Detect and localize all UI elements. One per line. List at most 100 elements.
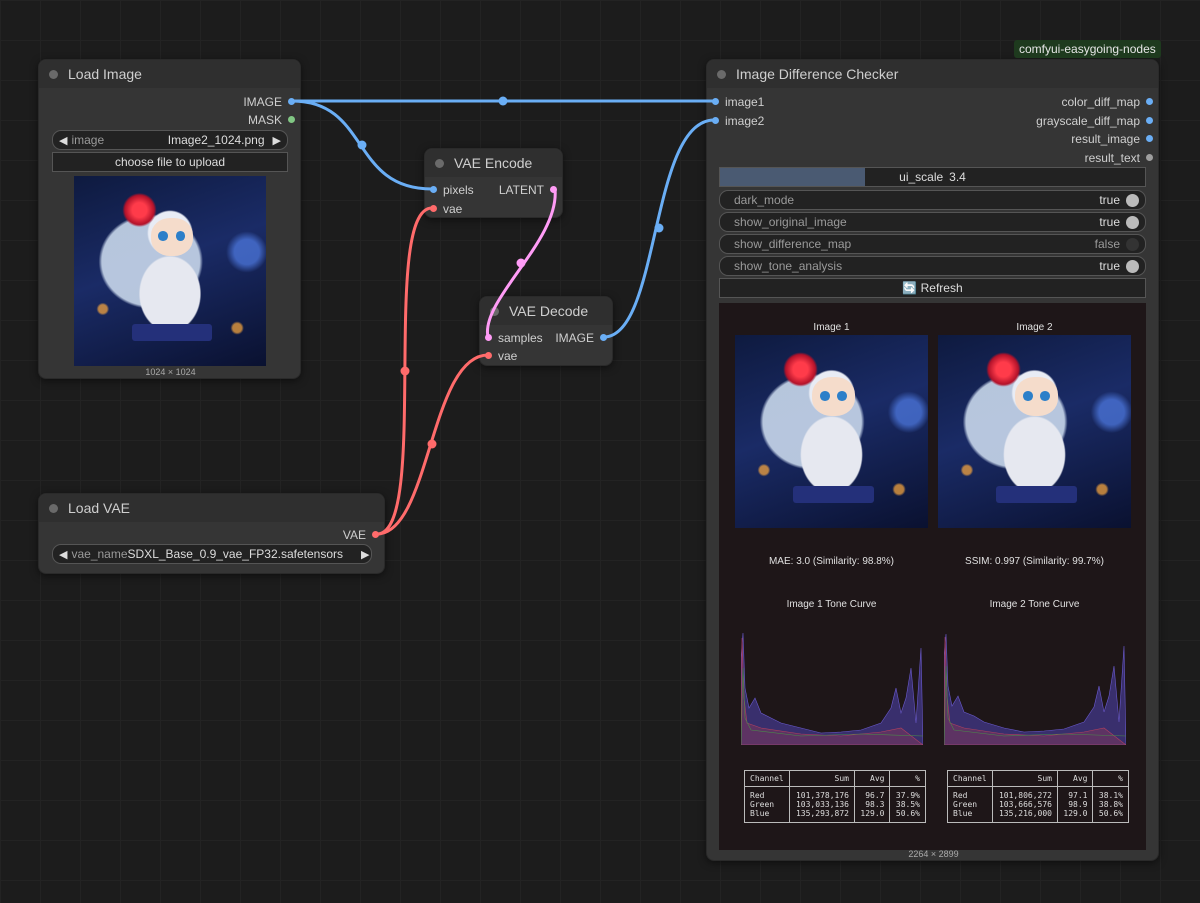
- wire-image-to-pixels: [290, 99, 434, 191]
- input-pixels-label: pixels: [443, 183, 474, 197]
- output-image-slot[interactable]: [600, 334, 607, 341]
- output-latent-slot[interactable]: [550, 186, 557, 193]
- input-vae-slot[interactable]: [430, 205, 437, 212]
- input-vae-slot[interactable]: [485, 352, 492, 359]
- input-samples-slot[interactable]: [485, 334, 492, 341]
- tone-curve-1-title: Image 1 Tone Curve: [786, 599, 877, 610]
- output-image-slot[interactable]: [288, 98, 295, 105]
- node-title: Load VAE: [68, 500, 131, 516]
- vae-decode-title-bar[interactable]: VAE Decode: [480, 297, 612, 325]
- wire-vae-to-encode: [375, 206, 434, 536]
- cell: Red: [953, 791, 968, 800]
- cell: 50.6%: [895, 809, 920, 818]
- slider-fill: [720, 168, 865, 186]
- toggle-show-tone-analysis[interactable]: show_tone_analysis true: [719, 256, 1146, 276]
- toggle-label: dark_mode: [734, 193, 795, 207]
- col-percent: %: [889, 770, 926, 787]
- checker-title-bar[interactable]: Image Difference Checker: [707, 60, 1158, 88]
- load-image-node[interactable]: Load Image IMAGE MASK ◀ image Image2_102…: [38, 59, 301, 379]
- image-difference-checker-node[interactable]: Image Difference Checker image1 image2 c…: [706, 59, 1159, 861]
- load-vae-node[interactable]: Load VAE VAE ◀ vae_name SDXL_Base_0.9_va…: [38, 493, 385, 574]
- cell: 50.6%: [1098, 809, 1123, 818]
- vae-encode-title-bar[interactable]: VAE Encode: [425, 149, 562, 177]
- toggle-label: show_original_image: [734, 215, 847, 229]
- col-channel: Channel: [743, 770, 791, 787]
- input-samples-label: samples: [498, 331, 543, 345]
- output-grayscale-diff-map-slot[interactable]: [1146, 117, 1153, 124]
- image2-preview: [938, 335, 1131, 528]
- loaded-image-preview: [74, 176, 266, 366]
- cell: 135,216,000: [998, 809, 1052, 818]
- table-row: Red Green Blue 101,806,272 103,666,576 135,2…: [946, 786, 1129, 823]
- mae-result: MAE: 3.0 (Similarity: 98.8%): [768, 556, 895, 567]
- toggle-value: false: [1094, 237, 1120, 251]
- arrow-right-icon[interactable]: ▶: [273, 134, 281, 147]
- vae-decode-node[interactable]: VAE Decode samples vae IMAGE: [479, 296, 613, 366]
- slider-value: 3.4: [949, 170, 966, 184]
- toggle-value: true: [1099, 215, 1120, 229]
- cell: 98.3: [865, 800, 885, 809]
- cell: Green: [953, 800, 978, 809]
- arrow-right-icon[interactable]: ▶: [361, 548, 369, 561]
- input-vae-label: vae: [443, 202, 463, 216]
- output-vae-label: VAE: [342, 528, 366, 542]
- widget-label: vae_name: [71, 547, 128, 561]
- ssim-result: SSIM: 0.997 (Similarity: 99.7%): [965, 556, 1104, 567]
- output-result-text-label: result_text: [1084, 151, 1140, 165]
- upload-button[interactable]: choose file to upload: [52, 152, 288, 172]
- slider-label: ui_scale: [899, 170, 944, 184]
- vae-name-select-widget[interactable]: ◀ vae_name SDXL_Base_0.9_vae_FP32.safete…: [52, 544, 372, 564]
- toggle-value: true: [1099, 193, 1120, 207]
- cell: 103,666,576: [998, 800, 1052, 809]
- image-select-widget[interactable]: ◀ image Image2_1024.png ▶: [52, 130, 288, 150]
- output-image-label: IMAGE: [243, 95, 282, 109]
- input-vae-label: vae: [498, 349, 518, 363]
- image1-preview: [735, 335, 928, 528]
- collapse-dot-icon[interactable]: [435, 158, 444, 168]
- collapse-dot-icon[interactable]: [490, 306, 499, 316]
- load-image-title-bar[interactable]: Load Image: [39, 60, 300, 88]
- node-pack-badge: comfyui-easygoing-nodes: [1014, 40, 1161, 58]
- output-color-diff-map-slot[interactable]: [1146, 98, 1153, 105]
- wire-decode-to-image2: [602, 118, 716, 339]
- output-result-image-slot[interactable]: [1146, 135, 1153, 142]
- cell: 135,293,872: [795, 809, 849, 818]
- collapse-dot-icon[interactable]: [49, 503, 58, 513]
- toggle-label: show_tone_analysis: [734, 259, 843, 273]
- toggle-show-difference-map[interactable]: show_difference_map false: [719, 234, 1146, 254]
- input-pixels-slot[interactable]: [430, 186, 437, 193]
- col-percent: %: [1092, 770, 1129, 787]
- output-color-diff-map-label: color_diff_map: [1061, 95, 1141, 109]
- node-title: Load Image: [68, 66, 142, 82]
- cell: Blue: [750, 809, 770, 818]
- col-sum: Sum: [789, 770, 855, 787]
- cell: 98.9: [1068, 800, 1088, 809]
- cell: 97.1: [1068, 791, 1088, 800]
- cell: 96.7: [865, 791, 885, 800]
- toggle-value: true: [1099, 259, 1120, 273]
- arrow-left-icon[interactable]: ◀: [59, 548, 67, 561]
- ui-scale-slider[interactable]: ui_scale 3.4: [719, 167, 1146, 187]
- output-vae-slot[interactable]: [372, 531, 379, 538]
- cell: Green: [750, 800, 775, 809]
- node-title: VAE Decode: [509, 303, 589, 319]
- collapse-dot-icon[interactable]: [49, 69, 58, 79]
- cell: Blue: [953, 809, 973, 818]
- image2-title: Image 2: [1016, 322, 1053, 333]
- load-vae-title-bar[interactable]: Load VAE: [39, 494, 384, 522]
- input-image1-slot[interactable]: [712, 98, 719, 105]
- toggle-show-original-image[interactable]: show_original_image true: [719, 212, 1146, 232]
- tone-curve-2-title: Image 2 Tone Curve: [989, 599, 1080, 610]
- output-result-text-slot[interactable]: [1146, 154, 1153, 161]
- input-image2-slot[interactable]: [712, 117, 719, 124]
- refresh-button[interactable]: 🔄 Refresh: [719, 278, 1146, 298]
- vae-encode-node[interactable]: VAE Encode pixels vae LATENT: [424, 148, 563, 218]
- output-mask-slot[interactable]: [288, 116, 295, 123]
- widget-label: image: [71, 133, 105, 147]
- col-channel: Channel: [946, 770, 994, 787]
- input-image2-label: image2: [725, 114, 765, 128]
- arrow-left-icon[interactable]: ◀: [59, 134, 67, 147]
- toggle-knob-icon: [1126, 193, 1139, 207]
- collapse-dot-icon[interactable]: [717, 69, 726, 79]
- toggle-dark-mode[interactable]: dark_mode true: [719, 190, 1146, 210]
